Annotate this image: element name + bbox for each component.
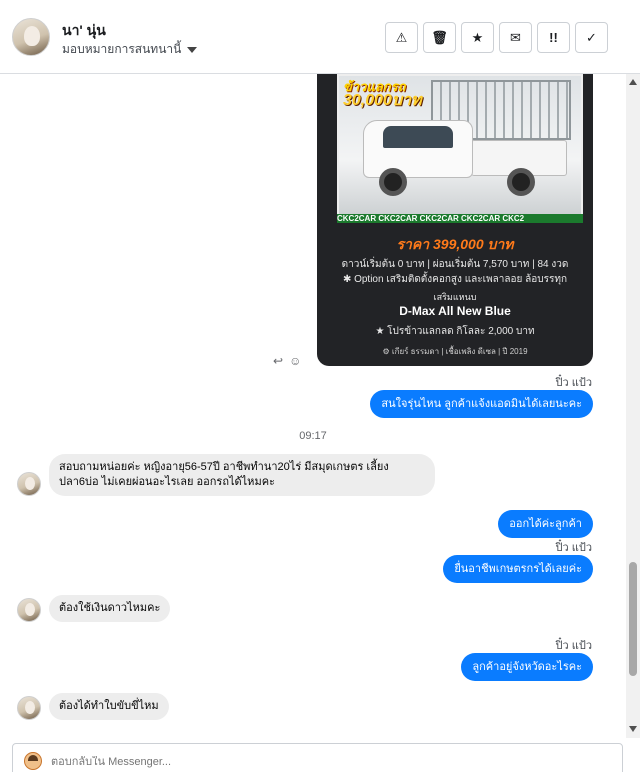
contact-avatar[interactable] <box>12 18 50 56</box>
caret-down-icon <box>187 46 198 53</box>
follow-up-button[interactable]: !! <box>537 22 570 53</box>
message-actions: ↩ ☺ <box>273 354 301 368</box>
star-button[interactable]: ★ <box>461 22 494 53</box>
brand-band-text: CKC2CAR CKC2CAR CKC2CAR CKC2CAR CKC2 <box>337 214 525 223</box>
ad-model: D-Max All New Blue <box>399 304 511 318</box>
truck-rear-wheel <box>507 168 535 196</box>
outgoing-message[interactable]: สนใจรุ่นไหน ลูกค้าแจ้งแอดมินได้เลยนะคะ <box>370 390 593 418</box>
incoming-message[interactable]: ต้องใช้เงินดาวไหมคะ <box>49 595 171 622</box>
alert-icon: ⚠ <box>395 29 408 45</box>
reply-input[interactable] <box>51 756 591 768</box>
sender-name: ปิ๋ว แป้ว <box>555 542 592 554</box>
scrollbar-thumb[interactable] <box>629 562 637 676</box>
assign-conversation-dropdown[interactable]: มอบหมายการสนทนานี้ <box>62 40 198 59</box>
conversation-header: นา' นุ่น มอบหมายการสนทนานี้ ⚠ 🗑 ★ ✉ !! ✓ <box>0 0 640 74</box>
incoming-message[interactable]: สอบถามหน่อยค่ะ หญิงอายุ56-57ปี อาชีพทำนา… <box>49 454 435 496</box>
ad-footer: ⚙ เกียร์ ธรรมดา | เชื้อเพลิง ดีเซล | ปี … <box>382 347 528 356</box>
incoming-message[interactable]: ต้องได้ทำใบขับขี่ไหม <box>49 693 169 720</box>
ad-rice-promo: ★ โปรข้าวแลกลด กิโลละ 2,000 บาท <box>375 326 535 337</box>
emoji-react-icon[interactable]: ☺ <box>289 354 301 368</box>
brand-band: CKC2CAR CKC2CAR CKC2CAR CKC2CAR CKC2 <box>337 214 583 223</box>
shared-car-ad-image[interactable]: ข้าวแลกรถ 30,000บาท CKC2CAR CKC2CAR CKC2… <box>317 74 593 366</box>
scroll-down-icon[interactable] <box>629 726 637 732</box>
ad-option: ✱ Option เสริมติดตั้งคอกสูง และเพลาลอย ล… <box>342 274 568 285</box>
outgoing-message[interactable]: ออกได้ค่ะลูกค้า <box>498 510 593 538</box>
follow-up-icon: !! <box>549 30 558 45</box>
contact-avatar-small <box>17 598 41 622</box>
sender-name: ปิ๋ว แป้ว <box>555 640 592 652</box>
check-icon: ✓ <box>586 29 597 45</box>
reply-composer[interactable] <box>12 743 623 772</box>
truck-front-wheel <box>379 168 407 196</box>
outgoing-message[interactable]: ยื่นอาชีพเกษตรกรได้เลยค่ะ <box>443 555 593 583</box>
contact-avatar-small <box>17 472 41 496</box>
ad-terms: ดาวน์เริ่มต้น 0 บาท | ผ่อนเริ่มต้น 7,570… <box>341 259 569 270</box>
outgoing-message[interactable]: ลูกค้าอยู่จังหวัดอะไรคะ <box>461 653 593 681</box>
page-avatar <box>24 752 42 770</box>
ad-extra: เสริมแหนบ <box>433 292 477 302</box>
star-icon: ★ <box>471 29 484 45</box>
mark-unread-button[interactable]: ✉ <box>499 22 532 53</box>
delete-button[interactable]: 🗑 <box>423 22 456 53</box>
message-scrollbar[interactable] <box>626 74 640 738</box>
assign-label: มอบหมายการสนทนานี้ <box>62 42 182 56</box>
sender-name: ปิ๋ว แป้ว <box>555 377 592 389</box>
reply-icon[interactable]: ↩ <box>273 354 283 368</box>
mark-unread-icon: ✉ <box>510 29 521 45</box>
mark-done-button[interactable]: ✓ <box>575 22 608 53</box>
message-timestamp: 09:17 <box>299 430 327 442</box>
scroll-up-icon[interactable] <box>629 79 637 85</box>
contact-name[interactable]: นา' นุ่น <box>62 20 106 42</box>
truck-windshield <box>383 126 453 148</box>
truck-photo: ข้าวแลกรถ 30,000บาท <box>337 74 583 218</box>
ad-price: ราคา 399,000 บาท <box>396 236 514 252</box>
trash-icon: 🗑 <box>431 29 448 45</box>
header-toolbar: ⚠ 🗑 ★ ✉ !! ✓ <box>385 22 608 53</box>
promo-amount: 30,000บาท <box>343 92 422 109</box>
contact-avatar-small <box>17 696 41 720</box>
alert-button[interactable]: ⚠ <box>385 22 418 53</box>
